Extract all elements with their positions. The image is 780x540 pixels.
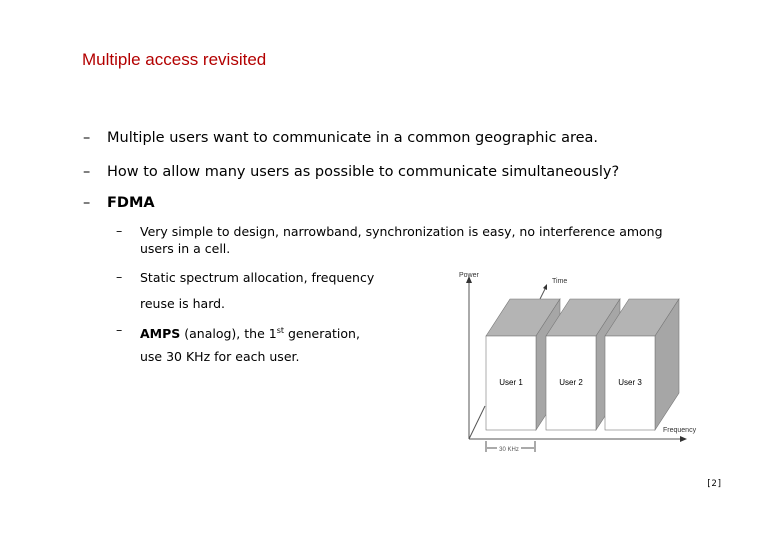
user-label: User 1 (499, 378, 523, 387)
time-label: Time (552, 278, 567, 285)
frequency-label: Frequency (663, 427, 697, 434)
power-label: Power (459, 272, 480, 279)
bandwidth-label: 30 KHz (499, 447, 519, 453)
time-axis (468, 405, 486, 440)
user-label: User 2 (559, 378, 583, 387)
page-number: [2] (706, 479, 723, 489)
user-label: User 3 (618, 378, 642, 387)
user-block: User 3 (604, 297, 680, 432)
fdma-diagram: User 1 User 2 User 3 30 KHz Power Time Fre… (459, 272, 697, 453)
frequency-arrow-icon (680, 436, 687, 442)
